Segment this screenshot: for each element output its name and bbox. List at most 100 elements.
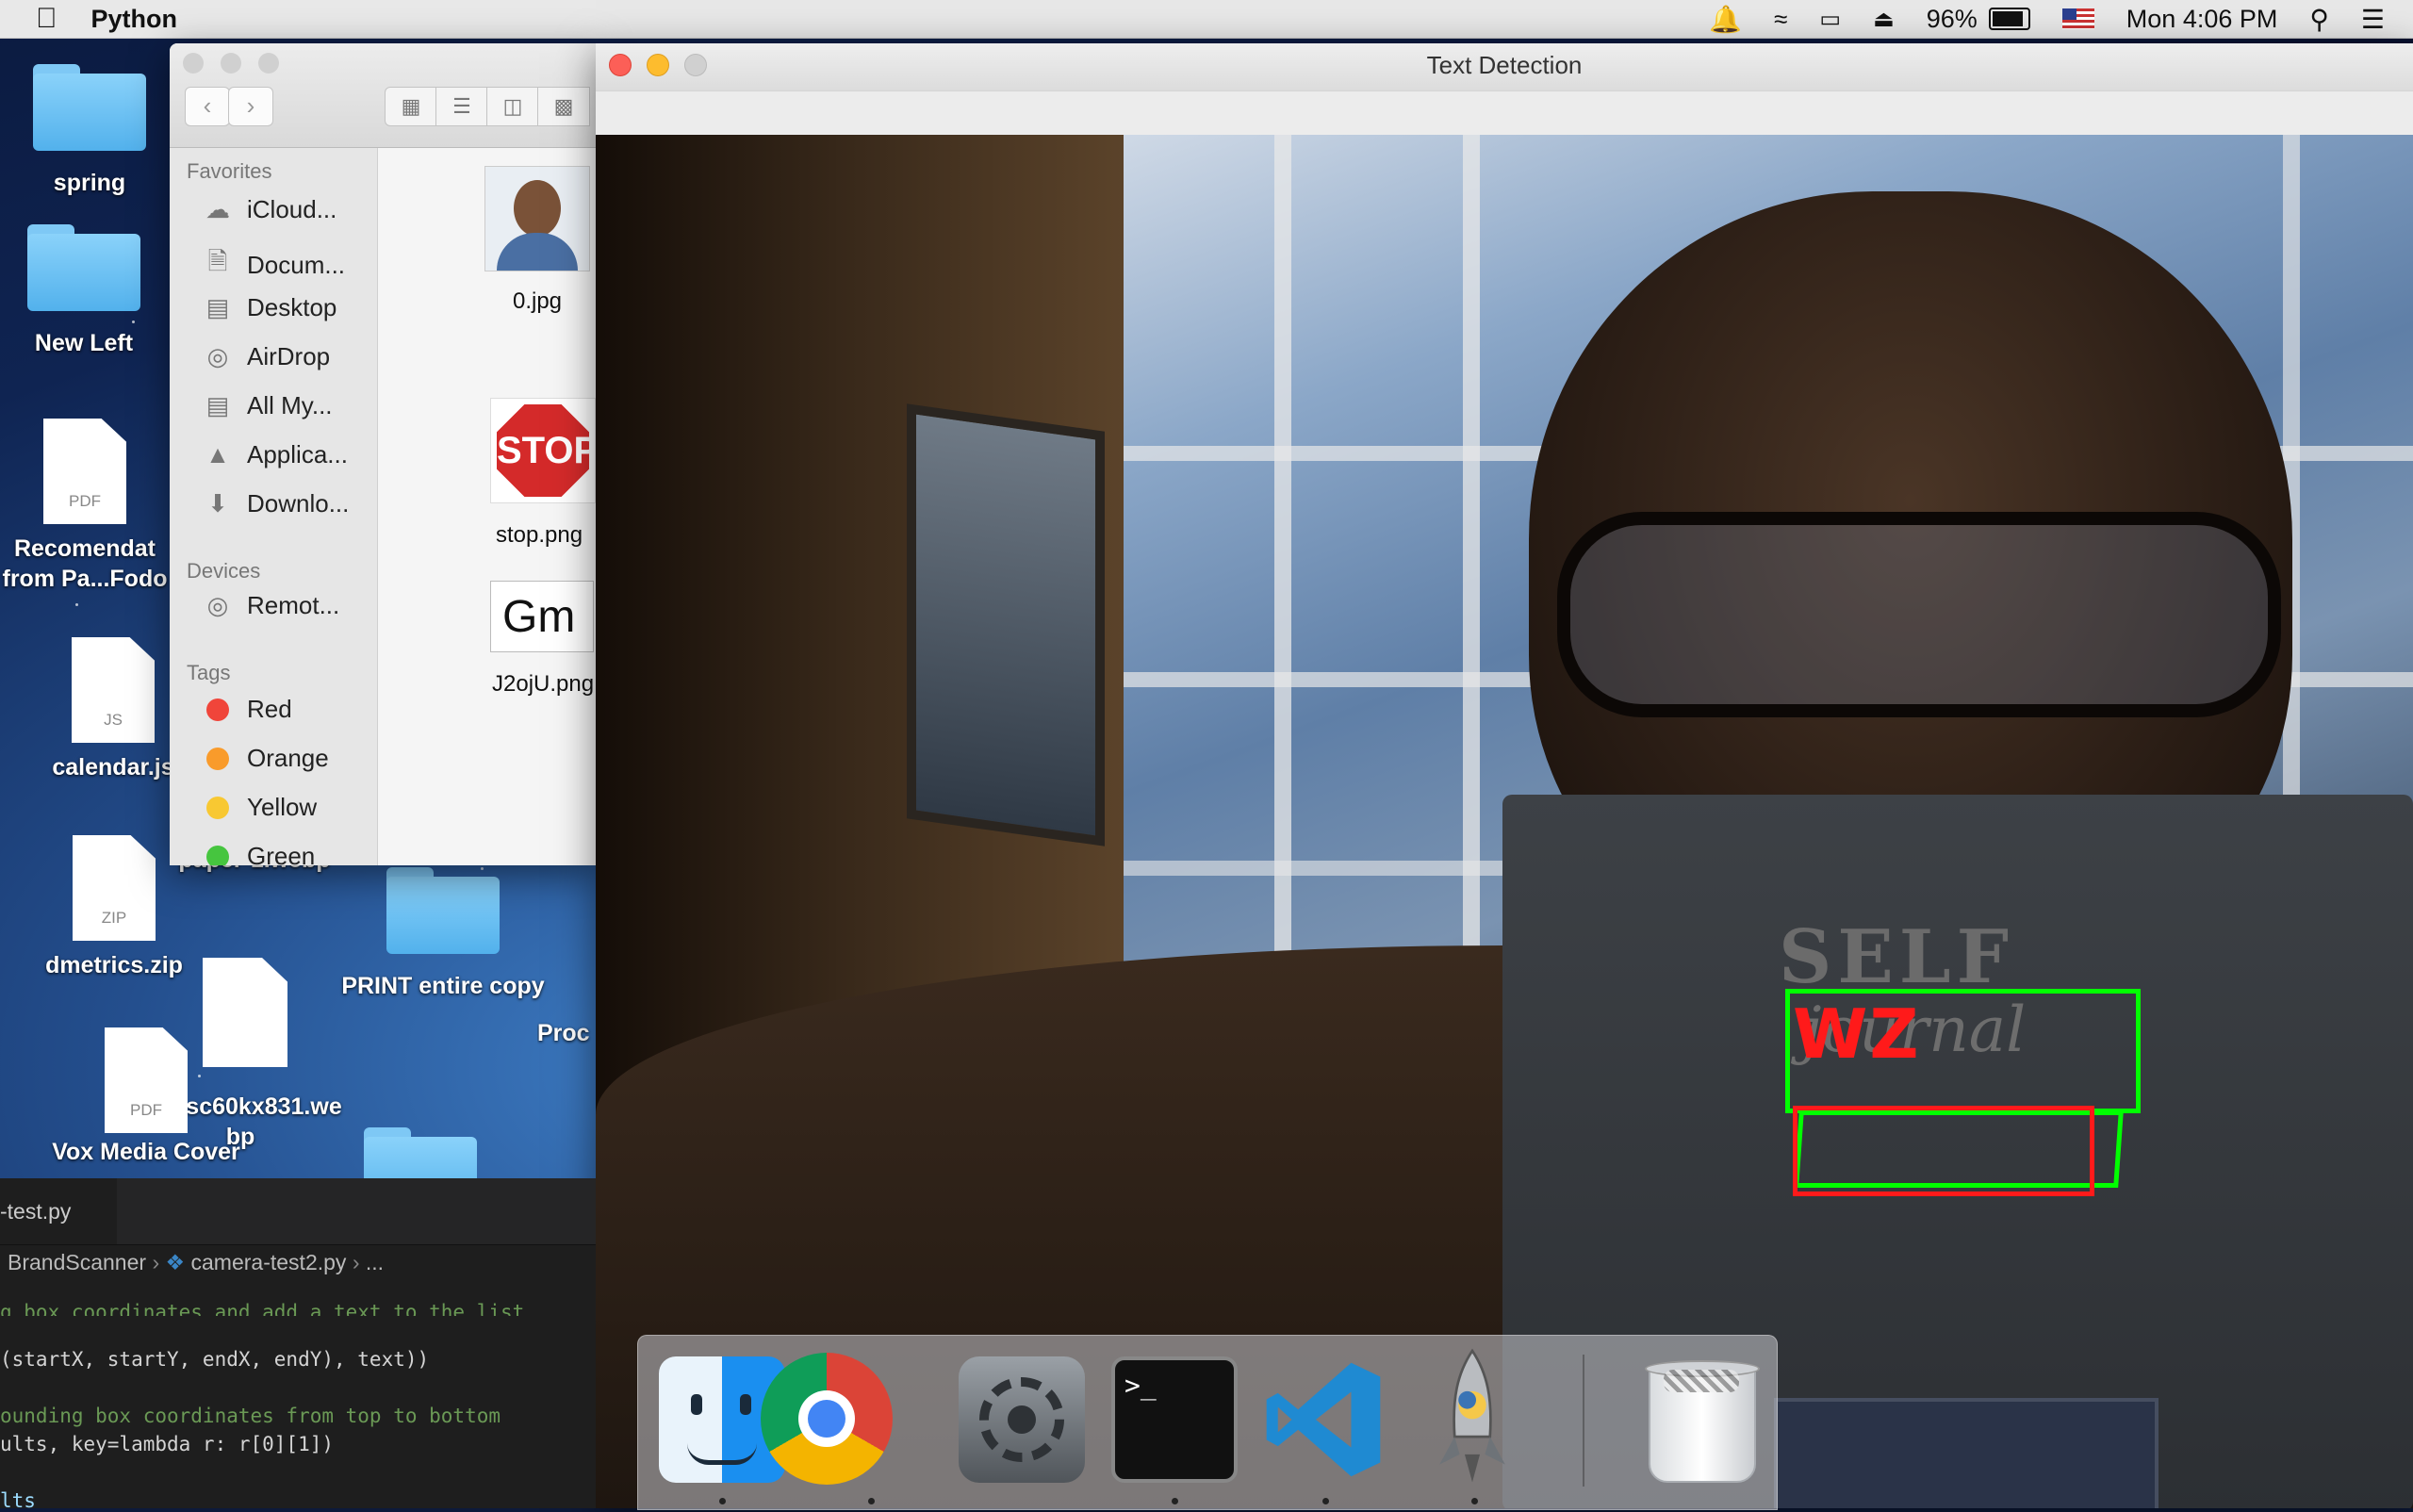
back-button[interactable]: ‹: [185, 87, 230, 126]
desktop-file-vox-media-cover[interactable]: PDF Vox Media Cover: [38, 1027, 254, 1178]
code-line[interactable]: g box coordinates and add a text to the …: [0, 1301, 524, 1316]
sidebar-item-label: Orange: [247, 744, 329, 772]
gallery-view-button[interactable]: ▩: [537, 87, 590, 126]
sidebar-item-label: Remot...: [247, 591, 340, 619]
breadcrumb-project[interactable]: BrandScanner: [8, 1250, 146, 1274]
file-name: J2ojU.png: [492, 671, 595, 697]
dock: >_: [637, 1335, 1778, 1510]
folder-icon: [386, 867, 500, 954]
desktop-folder-print-entire-copy[interactable]: PRINT entire copy: [335, 867, 551, 1001]
sidebar-item-desktop[interactable]: ▤ Desktop: [202, 293, 337, 322]
sidebar-section-devices: Devices: [187, 559, 261, 583]
sidebar-item-airdrop[interactable]: ◎ AirDrop: [202, 342, 330, 371]
breadcrumb-more[interactable]: ...: [366, 1250, 384, 1274]
running-indicator: [1322, 1498, 1329, 1504]
sidebar-tag-red[interactable]: Red: [202, 695, 292, 724]
editor-tab[interactable]: -test.py: [0, 1178, 117, 1244]
active-app-name[interactable]: Python: [91, 5, 178, 34]
document-icon: 🗎: [207, 247, 228, 275]
vscode-app-icon[interactable]: [1260, 1356, 1387, 1483]
python-launcher-app-icon[interactable]: [1409, 1347, 1535, 1488]
chrome-app-icon[interactable]: [761, 1353, 893, 1485]
breadcrumb: BrandScanner › ❖ camera-test2.py › ...: [0, 1245, 596, 1279]
battery-percentage[interactable]: 96%: [1927, 5, 1978, 34]
sidebar-item-remote-disc[interactable]: ◎ Remot...: [202, 591, 340, 620]
window-frame-bar: [1463, 135, 1480, 983]
running-indicator: [719, 1498, 726, 1504]
apple-logo-icon[interactable]: : [36, 3, 57, 35]
code-line-sort[interactable]: ults, key=lambda r: r[0][1]): [0, 1433, 334, 1455]
js-document-icon: JS: [72, 637, 155, 743]
close-button[interactable]: [183, 53, 204, 74]
sidebar-item-all-my-files[interactable]: ▤ All My...: [202, 391, 333, 420]
window-title: Text Detection: [1426, 51, 1583, 79]
desktop-folder-new-left[interactable]: New Left: [23, 224, 145, 358]
file-name: stop.png: [496, 522, 583, 548]
file-item-j2oju-png[interactable]: Gm J2ojU.png: [490, 581, 596, 698]
battery-icon[interactable]: [1988, 8, 2030, 30]
file-item-0-jpg[interactable]: 0.jpg: [481, 166, 594, 315]
code-editor: -test.py BrandScanner › ❖ camera-test2.p…: [0, 1178, 596, 1512]
sidebar-tag-orange[interactable]: Orange: [202, 744, 329, 773]
gm-thumbnail: Gm: [490, 581, 594, 652]
finder-toolbar: ‹ › ▦ ☰ ◫ ▩: [170, 43, 596, 148]
zoom-button[interactable]: [258, 53, 279, 74]
trash-icon[interactable]: [1637, 1356, 1764, 1483]
desktop-folder-proc[interactable]: Proc: [537, 1018, 596, 1048]
finder-sidebar: Favorites ☁ iCloud... 🗎 Docum... ▤ Desktop …: [170, 148, 378, 865]
editor-tab-bar: -test.py: [0, 1178, 596, 1245]
desktop-file-recomendation-pdf[interactable]: PDF Recomendat from Pa...Fodo: [0, 419, 170, 594]
sidebar-tag-green[interactable]: Green: [202, 842, 315, 865]
file-item-stop-png[interactable]: STOP stop.png: [481, 398, 596, 549]
sidebar-item-applications[interactable]: ▲ Applica...: [202, 440, 348, 469]
red-tag-icon: [206, 698, 229, 721]
minimize-button[interactable]: [221, 53, 241, 74]
us-flag-icon[interactable]: [2061, 8, 2094, 29]
sidebar-item-label: Red: [247, 695, 292, 723]
text-detection-window: Text Detection SELF journal WZ: [596, 43, 2413, 1508]
sidebar-item-label: Applica...: [247, 440, 348, 468]
icon-view-button[interactable]: ▦: [385, 87, 437, 126]
system-preferences-app-icon[interactable]: [959, 1356, 1085, 1483]
desktop-item-label: New Left: [34, 330, 134, 356]
sidebar-item-label: Green: [247, 842, 316, 865]
desktop-icon: ▤: [205, 293, 230, 321]
desk-object: [1774, 1398, 2159, 1508]
notification-bell-icon[interactable]: 🔔: [1709, 4, 1742, 35]
desktop-item-label: Proc: [537, 1020, 590, 1046]
zip-archive-icon: ZIP: [73, 835, 156, 941]
cloud-icon: ☁: [205, 195, 230, 223]
search-icon[interactable]: ⚲: [2309, 4, 2329, 35]
airplay-icon[interactable]: ▭: [1819, 6, 1841, 33]
running-indicator: [1471, 1498, 1478, 1504]
desktop-folder-partial[interactable]: [364, 1127, 477, 1178]
pdf-document-icon: PDF: [43, 419, 126, 524]
sidebar-item-downloads[interactable]: ⬇ Downlo...: [202, 489, 349, 518]
python-file-icon: ❖: [165, 1250, 186, 1274]
column-view-button[interactable]: ◫: [486, 87, 539, 126]
wifi-icon[interactable]: ≈: [1774, 5, 1787, 34]
desktop-item-label: Vox Media Cover: [52, 1139, 240, 1165]
sidebar-tag-yellow[interactable]: Yellow: [202, 793, 317, 822]
list-icon[interactable]: ☰: [2361, 4, 2385, 35]
window-title-bar: Text Detection: [596, 43, 2413, 90]
sidebar-item-label: iCloud...: [247, 195, 337, 223]
desktop-item-label: dmetrics.zip: [45, 952, 183, 978]
running-indicator: [1172, 1498, 1178, 1504]
forward-button[interactable]: ›: [228, 87, 273, 126]
breadcrumb-file[interactable]: camera-test2.py: [191, 1250, 347, 1274]
code-line[interactable]: lts: [0, 1489, 36, 1512]
list-view-button[interactable]: ☰: [435, 87, 488, 126]
sidebar-section-favorites: Favorites: [187, 159, 272, 183]
terminal-app-icon[interactable]: >_: [1111, 1356, 1238, 1483]
window-toolbar: [596, 90, 2413, 136]
desktop-folder-spring[interactable]: spring: [28, 64, 151, 198]
sidebar-item-icloud[interactable]: ☁ iCloud...: [202, 195, 337, 224]
clock[interactable]: Mon 4:06 PM: [2126, 5, 2278, 34]
sidebar-item-documents[interactable]: 🗎 Docum...: [202, 244, 345, 286]
desktop-file-calendar-js[interactable]: JS calendar.js: [38, 637, 189, 782]
sidebar-item-label: AirDrop: [247, 342, 331, 370]
code-line[interactable]: ounding box coordinates from top to bott…: [0, 1405, 501, 1427]
code-line[interactable]: (startX, startY, endX, endY), text)): [0, 1348, 429, 1371]
eject-icon[interactable]: ⏏: [1873, 6, 1895, 33]
